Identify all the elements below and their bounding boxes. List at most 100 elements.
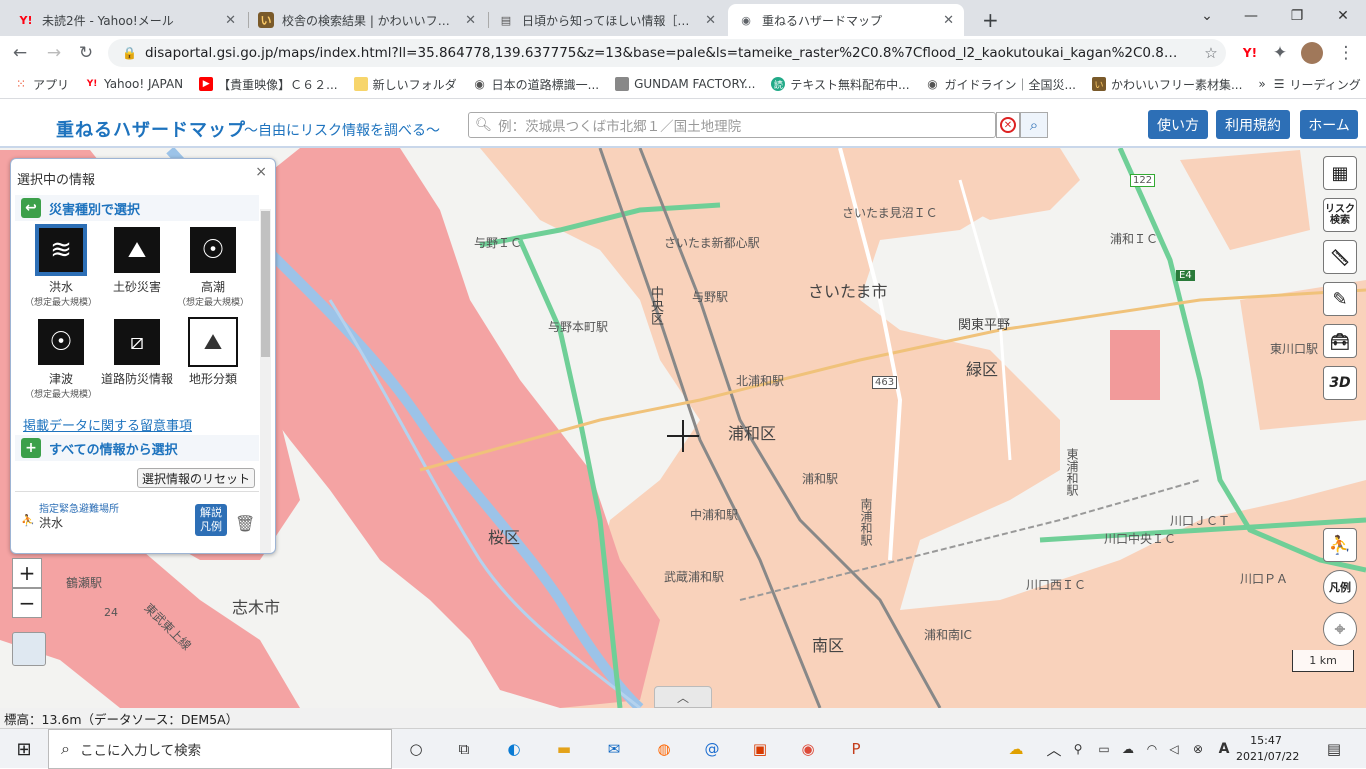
bookmark-irasutoya[interactable]: いかわいいフリー素材集... <box>1091 76 1242 93</box>
tray-icons[interactable]: ⚲ <box>1064 735 1092 763</box>
office-icon[interactable]: ▣ <box>746 735 774 763</box>
apps-grid-icon: ⁙ <box>15 77 27 91</box>
reading-list[interactable]: ☰リーディング リスト <box>1274 76 1366 93</box>
scrollbar-thumb[interactable] <box>261 211 270 357</box>
task-view-icon[interactable]: ⧉ <box>450 735 478 763</box>
bookmark-folder[interactable]: 新しいフォルダ <box>353 76 457 93</box>
tools-button[interactable]: 🧰︎ <box>1323 324 1357 358</box>
yahoo-icon: Y! <box>86 79 98 89</box>
window-close-button[interactable]: ✕ <box>1320 0 1366 32</box>
hazard-storm-surge-button[interactable]: ☉ 高潮 （想定最大規模） <box>175 225 251 308</box>
reload-icon[interactable]: ↻ <box>72 39 100 67</box>
all-info-section[interactable]: + すべての情報から選択 <box>15 435 259 461</box>
extensions-icon[interactable]: ✦ <box>1266 39 1294 67</box>
app-title[interactable]: 重ねるハザードマップ <box>56 116 246 142</box>
map-label: 浦和ＩＣ <box>1110 232 1159 246</box>
weather-icon[interactable]: ☁ <box>1002 735 1030 763</box>
bookmark-star-icon[interactable]: ☆ <box>1196 44 1226 62</box>
hazard-tsunami-button[interactable]: ☉ 津波 （想定最大規模） <box>23 317 99 400</box>
bookmark-yahoo[interactable]: Y! Yahoo! JAPAN <box>85 77 183 91</box>
layer-legend-button[interactable]: 解説 凡例 <box>195 504 227 536</box>
chrome-icon[interactable]: ◉ <box>794 735 822 763</box>
forward-icon[interactable]: → <box>40 39 68 67</box>
close-icon[interactable]: ✕ <box>465 13 476 28</box>
close-icon[interactable]: ✕ <box>943 13 954 28</box>
ime-icon[interactable]: A <box>1210 735 1238 763</box>
evacuation-button[interactable]: ⛹ <box>1323 528 1357 562</box>
taskbar-clock[interactable]: 15:47 2021/07/22 <box>1236 733 1299 765</box>
notification-icon[interactable]: ▤ <box>1320 735 1348 763</box>
map-label: 武蔵浦和駅 <box>664 570 725 584</box>
risk-search-button[interactable]: リスク検索 <box>1323 198 1357 232</box>
panel-scrollbar[interactable] <box>260 209 271 553</box>
minimize-button[interactable]: — <box>1228 0 1274 32</box>
irasutoya-icon: い <box>258 12 274 28</box>
panel-close-button[interactable]: × <box>255 164 267 180</box>
hazard-flood-button[interactable]: ≋ 洪水 （想定最大規模） <box>23 225 99 308</box>
menu-icon[interactable]: ⋮ <box>1332 39 1360 67</box>
search-button[interactable]: ⌕ <box>1020 112 1048 138</box>
layers-icon: ▦ <box>1331 162 1349 184</box>
search-clear-button[interactable]: ✕ <box>996 112 1020 138</box>
home-button[interactable]: ホーム <box>1300 110 1358 139</box>
legend-button[interactable]: 凡例 <box>1323 570 1357 604</box>
close-icon[interactable]: ✕ <box>705 13 716 28</box>
bookmarks-more-icon[interactable]: » <box>1258 77 1265 91</box>
tab-irasutoya[interactable]: い 校舎の検索結果 | かわいいフリー素材 ✕ <box>248 4 486 36</box>
close-icon[interactable]: ✕ <box>225 13 236 28</box>
current-location-button[interactable]: ⌖ <box>1323 612 1357 646</box>
expand-info-button[interactable]: ︿ <box>654 686 712 708</box>
bookmark-text[interactable]: 読テキスト無料配布中... <box>771 76 910 93</box>
address-bar[interactable]: 🔒 disaportal.gsi.go.jp/maps/index.html?l… <box>108 39 1226 67</box>
bookmark-guideline[interactable]: ◉ ガイドライン｜全国災... <box>926 76 1076 93</box>
draw-tool-button[interactable]: ✎ <box>1323 282 1357 316</box>
powerpoint-icon[interactable]: P <box>842 735 870 763</box>
terms-button[interactable]: 利用規約 <box>1216 110 1290 139</box>
bookmark-youtube[interactable]: ▶ 【貴重映像】Ｃ６２... <box>199 76 338 93</box>
app-header: 重ねるハザードマップ ～自由にリスク情報を調べる～ 🔍︎ 例：茨城県つくば市北郷… <box>0 100 1366 148</box>
hazard-type-section[interactable]: ↩ 災害種別で選択 <box>15 195 259 221</box>
hazard-landslide-button[interactable]: ⛰ 土砂災害 <box>99 225 175 295</box>
new-tab-button[interactable]: + <box>972 4 1004 36</box>
back-icon[interactable]: ← <box>6 39 34 67</box>
trash-icon[interactable]: 🗑︎ <box>235 514 255 533</box>
globe-icon: ◉ <box>474 77 485 91</box>
cortana-icon[interactable]: ○ <box>402 735 430 763</box>
bookmark-gundam[interactable]: GUNDAM FACTORY... <box>615 77 755 91</box>
bookmark-road-signs[interactable]: ◉ 日本の道路標識一... <box>473 76 599 93</box>
data-notice-link[interactable]: 掲載データに関する留意事項 <box>23 415 192 434</box>
irasutoya-icon: い <box>1091 77 1106 91</box>
hazard-landform-button[interactable]: ⛰ 地形分類 <box>175 317 251 387</box>
windows-start-icon[interactable]: ⊞ <box>10 735 38 763</box>
maximize-button[interactable]: ❐ <box>1274 0 1320 32</box>
zoom-out-button[interactable]: − <box>12 588 42 618</box>
reset-selection-button[interactable]: 選択情報のリセット <box>137 468 255 488</box>
tab-hazard-map[interactable]: ◉ 重ねるハザードマップ ✕ <box>728 4 964 36</box>
search-icon: 🔍︎ <box>475 117 493 133</box>
avatar[interactable] <box>1298 39 1326 67</box>
zoom-in-button[interactable]: + <box>12 558 42 588</box>
at-mail-icon[interactable]: @ <box>698 735 726 763</box>
edge-icon[interactable]: ◐ <box>500 735 528 763</box>
file-explorer-icon[interactable]: ▬ <box>550 735 578 763</box>
tab-yahoo-mail[interactable]: Y! 未読2件 - Yahoo!メール ✕ <box>8 4 246 36</box>
map-label: 中浦和駅 <box>690 508 739 522</box>
yahoo-extension-icon[interactable]: Y! <box>1236 39 1264 67</box>
measure-tool-button[interactable]: 📏︎ <box>1323 240 1357 274</box>
layers-tool-button[interactable]: ▦ <box>1323 156 1357 190</box>
hazard-road-disaster-button[interactable]: ⧄ 道路防災情報 <box>99 317 175 387</box>
tab-info[interactable]: ▤ 日頃から知ってほしい情報［被害想定 ✕ <box>488 4 726 36</box>
disabled-icon[interactable]: ⊗ <box>1184 735 1212 763</box>
bookmark-apps[interactable]: ⁙ アプリ <box>14 76 69 93</box>
how-to-use-button[interactable]: 使い方 <box>1148 110 1208 139</box>
browser-tab-bar: Y! 未読2件 - Yahoo!メール ✕ い 校舎の検索結果 | かわいいフリ… <box>0 0 1366 36</box>
mail-icon[interactable]: ✉ <box>600 735 628 763</box>
taskbar-search-input[interactable]: ⌕ ここに入力して検索 <box>48 729 392 769</box>
windows-taskbar: ⊞ ⌕ ここに入力して検索 ○ ⧉ ◐ ▬ ✉ ◍ @ ▣ ◉ P ☁ ︿ ⚲ … <box>0 728 1366 769</box>
address-search-input[interactable]: 🔍︎ 例：茨城県つくば市北郷１／国土地理院 <box>468 112 996 138</box>
app-icon[interactable]: ◍ <box>650 735 678 763</box>
panel-title: 選択中の情報 <box>17 173 96 188</box>
tab-search-icon[interactable]: ⌄ <box>1184 0 1230 32</box>
basemap-switch-button[interactable] <box>12 632 46 666</box>
3d-button[interactable]: 3D <box>1323 366 1357 400</box>
